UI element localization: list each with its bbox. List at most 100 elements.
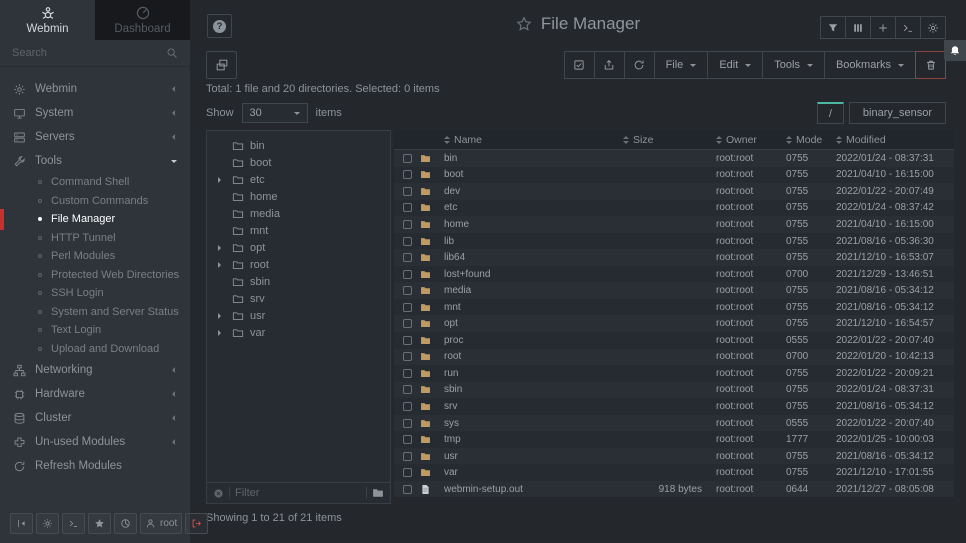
row-checkbox[interactable] <box>403 319 412 328</box>
file-name[interactable]: dev <box>444 186 621 197</box>
gear-button[interactable] <box>920 16 946 39</box>
tree-item-sbin[interactable]: sbin <box>207 273 390 290</box>
row-checkbox[interactable] <box>403 237 412 246</box>
edit-menu-button[interactable]: Edit <box>707 51 763 79</box>
row-checkbox[interactable] <box>403 187 412 196</box>
tree-item-var[interactable]: var <box>207 324 390 341</box>
file-menu-button[interactable]: File <box>654 51 709 79</box>
tree-expander[interactable] <box>216 330 226 336</box>
folder-select-icon[interactable] <box>372 487 384 499</box>
sidebar-item-system[interactable]: System <box>0 101 190 125</box>
file-row-opt[interactable]: optroot:root07552021/12/10 - 16:54:57 <box>394 315 954 332</box>
show-count-select[interactable]: 30 <box>242 103 308 123</box>
row-checkbox[interactable] <box>403 154 412 163</box>
row-checkbox[interactable] <box>403 369 412 378</box>
sidebar-item-servers[interactable]: Servers <box>0 125 190 149</box>
row-checkbox[interactable] <box>403 220 412 229</box>
file-row-tmp[interactable]: tmproot:root17772022/01/25 - 10:00:03 <box>394 431 954 448</box>
file-name[interactable]: sbin <box>444 384 621 395</box>
column-header-owner[interactable]: Owner <box>716 134 786 146</box>
tree-item-root[interactable]: root <box>207 256 390 273</box>
sidebar-item-custom-commands[interactable]: Custom Commands <box>0 192 190 211</box>
file-name[interactable]: srv <box>444 401 621 412</box>
tree-item-bin[interactable]: bin <box>207 137 390 154</box>
row-checkbox[interactable] <box>403 270 412 279</box>
tree-expander[interactable] <box>216 177 226 183</box>
tree-item-boot[interactable]: boot <box>207 154 390 171</box>
row-checkbox[interactable] <box>403 435 412 444</box>
file-name[interactable]: etc <box>444 202 621 213</box>
sidebar-item-system-and-server-status[interactable]: System and Server Status <box>0 303 190 322</box>
file-name[interactable]: lib <box>444 236 621 247</box>
tools-menu-button[interactable]: Tools <box>762 51 825 79</box>
sidebar-item-cluster[interactable]: Cluster <box>0 406 190 430</box>
tab-dashboard[interactable]: Dashboard <box>95 0 190 40</box>
terminal-button[interactable] <box>62 513 85 534</box>
plus-button[interactable] <box>870 16 896 39</box>
file-row-bin[interactable]: binroot:root07552022/01/24 - 08:37:31 <box>394 150 954 167</box>
sidebar-item-refresh-modules[interactable]: Refresh Modules <box>0 454 190 478</box>
sidebar-item-hardware[interactable]: Hardware <box>0 382 190 406</box>
file-row-var[interactable]: varroot:root07552021/12/10 - 17:01:55 <box>394 464 954 481</box>
user-button[interactable]: root <box>140 513 182 534</box>
sidebar-item-perl-modules[interactable]: Perl Modules <box>0 247 190 266</box>
sidebar-item-text-login[interactable]: Text Login <box>0 321 190 340</box>
row-checkbox[interactable] <box>403 253 412 262</box>
file-row-lib64[interactable]: lib64root:root07552021/12/10 - 16:53:07 <box>394 249 954 266</box>
tree-item-home[interactable]: home <box>207 188 390 205</box>
file-name[interactable]: webmin-setup.out <box>444 484 621 495</box>
column-header-name[interactable]: Name <box>444 134 621 146</box>
tree-item-etc[interactable]: etc <box>207 171 390 188</box>
file-row-root[interactable]: rootroot:root07002022/01/20 - 10:42:13 <box>394 349 954 366</box>
filter-clear-icon[interactable] <box>213 488 224 499</box>
breadcrumb-path-field[interactable]: binary_sensor <box>849 102 946 124</box>
bookmarks-menu-button[interactable]: Bookmarks <box>824 51 916 79</box>
row-checkbox[interactable] <box>403 468 412 477</box>
theme-sun-button[interactable] <box>36 513 59 534</box>
sidebar-item-upload-and-download[interactable]: Upload and Download <box>0 340 190 359</box>
file-name[interactable]: media <box>444 285 621 296</box>
tree-expander[interactable] <box>216 245 226 251</box>
sidebar-item-un-used-modules[interactable]: Un-used Modules <box>0 430 190 454</box>
columns-button[interactable] <box>845 16 871 39</box>
file-name[interactable]: var <box>444 467 621 478</box>
file-row-lib[interactable]: libroot:root07552021/08/16 - 05:36:30 <box>394 233 954 250</box>
file-row-boot[interactable]: bootroot:root07552021/04/10 - 16:15:00 <box>394 167 954 184</box>
search-input[interactable] <box>12 47 166 59</box>
file-name[interactable]: mnt <box>444 302 621 313</box>
tree-item-mnt[interactable]: mnt <box>207 222 390 239</box>
file-row-dev[interactable]: devroot:root07552022/01/22 - 20:07:49 <box>394 183 954 200</box>
file-name[interactable]: lib64 <box>444 252 621 263</box>
file-name[interactable]: bin <box>444 153 621 164</box>
notifications-button[interactable] <box>944 40 966 61</box>
refresh-button[interactable] <box>624 51 655 79</box>
filter-button[interactable] <box>820 16 846 39</box>
sidebar-item-webmin[interactable]: Webmin <box>0 77 190 101</box>
collapse-sidebar-button[interactable] <box>10 513 33 534</box>
pie-chart-button[interactable] <box>114 513 137 534</box>
file-row-sys[interactable]: sysroot:root05552022/01/22 - 20:07:40 <box>394 415 954 432</box>
file-name[interactable]: tmp <box>444 434 621 445</box>
column-header-modified[interactable]: Modified <box>836 134 954 146</box>
file-row-proc[interactable]: procroot:root05552022/01/22 - 20:07:40 <box>394 332 954 349</box>
sidebar-item-command-shell[interactable]: Command Shell <box>0 173 190 192</box>
file-row-media[interactable]: mediaroot:root07552021/08/16 - 05:34:12 <box>394 282 954 299</box>
tree-item-media[interactable]: media <box>207 205 390 222</box>
row-checkbox[interactable] <box>403 336 412 345</box>
file-row-webmin-setup-out[interactable]: webmin-setup.out918 bytesroot:root064420… <box>394 481 954 498</box>
file-name[interactable]: home <box>444 219 621 230</box>
tree-item-opt[interactable]: opt <box>207 239 390 256</box>
file-row-mnt[interactable]: mntroot:root07552021/08/16 - 05:34:12 <box>394 299 954 316</box>
file-name[interactable]: lost+found <box>444 269 621 280</box>
row-checkbox[interactable] <box>403 385 412 394</box>
row-checkbox[interactable] <box>403 452 412 461</box>
delete-button[interactable] <box>915 51 946 79</box>
row-checkbox[interactable] <box>403 286 412 295</box>
tree-item-usr[interactable]: usr <box>207 307 390 324</box>
file-row-usr[interactable]: usrroot:root07552021/08/16 - 05:34:12 <box>394 448 954 465</box>
sidebar-item-file-manager[interactable]: File Manager <box>0 210 190 229</box>
terminal-button[interactable] <box>895 16 921 39</box>
row-checkbox[interactable] <box>403 485 412 494</box>
file-name[interactable]: opt <box>444 318 621 329</box>
row-checkbox[interactable] <box>403 402 412 411</box>
